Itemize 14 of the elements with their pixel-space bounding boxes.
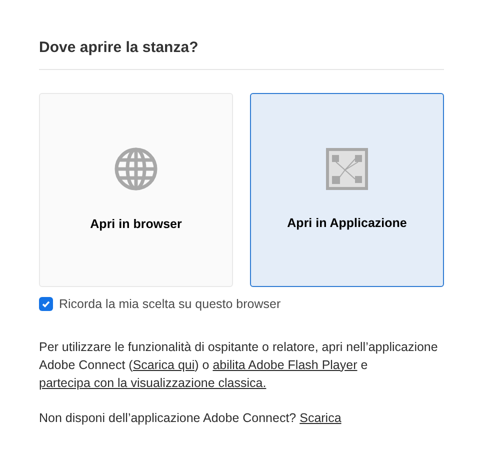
application-icon <box>326 148 368 190</box>
checkbox[interactable] <box>39 297 53 312</box>
checkbox-label: Ricorda la mia scelta su questo browser <box>59 296 281 313</box>
option-card[interactable]: Apri in browser <box>39 93 233 287</box>
checkmark-icon <box>41 299 51 310</box>
option-card[interactable]: Apri in Applicazione <box>250 93 444 287</box>
dialog-title: Dove aprire la stanza? <box>39 38 200 58</box>
link[interactable]: Scarica <box>300 410 342 425</box>
globe-icon <box>114 147 158 191</box>
download-text: Non disponi dell’applicazione Adobe Connect? Scarica <box>39 410 342 427</box>
link[interactable]: partecipa con la visualizzazione classica. <box>39 376 266 390</box>
link[interactable]: abilita Adobe Flash Player <box>212 358 358 372</box>
info-paragraph: Per utilizzare le funzionalità di ospitante o relatore, apri nell’applicazione Adobe Connect (Scarica qui) o abilita Adobe Flash Player e partecipa con la visualizzazione classica. <box>39 338 439 392</box>
link[interactable]: Scarica qui <box>132 358 195 372</box>
